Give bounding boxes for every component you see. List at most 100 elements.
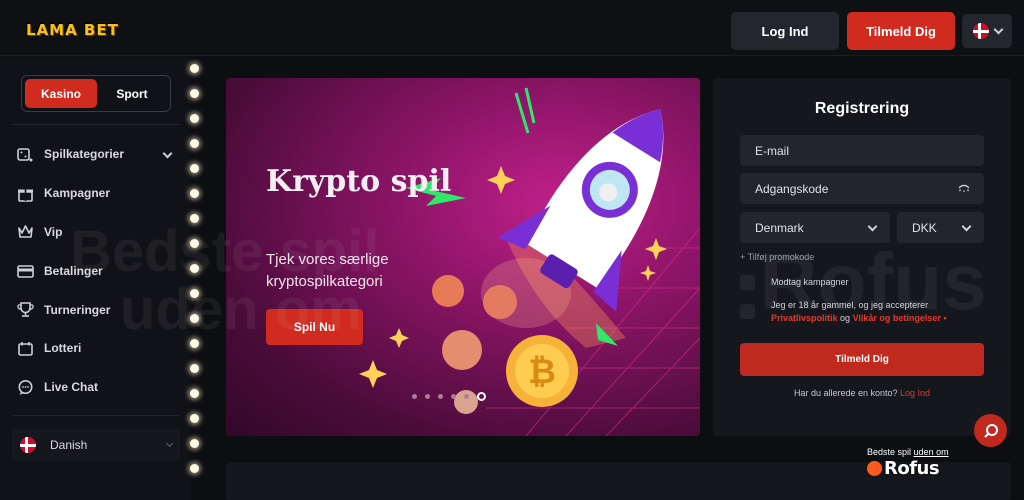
- chat-button[interactable]: [974, 414, 1007, 447]
- already-text: Har du allerede en konto?: [793, 388, 898, 398]
- sidebar-item-lotteri[interactable]: Lotteri: [17, 329, 177, 368]
- divider: [12, 415, 180, 416]
- rofus-logo-icon: [867, 461, 882, 476]
- tab-kasino[interactable]: Kasino: [25, 79, 97, 108]
- badge-brand: Rofus: [884, 458, 940, 479]
- currency-select[interactable]: DKK: [897, 212, 984, 243]
- signup-button[interactable]: Tilmeld Dig: [847, 12, 955, 50]
- light-bulb: [190, 289, 199, 298]
- sidebar-item-turneringer[interactable]: Turneringer: [17, 290, 177, 329]
- eye-icon[interactable]: [958, 183, 970, 193]
- light-bulb: [190, 389, 199, 398]
- svg-text:₿: ₿: [528, 353, 556, 391]
- login-button[interactable]: Log Ind: [731, 12, 839, 50]
- light-bulb: [190, 214, 199, 223]
- sidebar-item-label: Kampagner: [44, 186, 111, 201]
- sidebar-item-label: Vip: [44, 224, 63, 239]
- sidebar-item-label: Turneringer: [44, 302, 111, 317]
- carousel-dot[interactable]: [412, 394, 417, 399]
- dice-icon: [17, 146, 34, 163]
- register-submit-button[interactable]: Tilmeld Dig: [740, 343, 984, 376]
- light-bulb: [190, 89, 199, 98]
- light-bulb: [190, 64, 199, 73]
- sidebar: Kasino Sport Spilkategorier Kampagner Vi…: [0, 57, 190, 500]
- sidebar-item-live-chat[interactable]: Live Chat: [17, 368, 177, 407]
- light-bulb: [190, 164, 199, 173]
- chevron-down-icon: [162, 148, 173, 159]
- hero-title: Krypto spil: [266, 164, 452, 199]
- hero-banner[interactable]: ₿ Krypto spil Tjek vores særlige kryptos…: [226, 78, 700, 436]
- sidebar-item-spilkategorier[interactable]: Spilkategorier: [17, 135, 177, 174]
- sidebar-item-betalinger[interactable]: Betalinger: [17, 251, 177, 290]
- required-mark: •: [943, 313, 947, 323]
- danish-flag-icon: [20, 437, 36, 453]
- registration-title: Registrering: [814, 100, 910, 117]
- badge-brand-row: Rofus: [867, 458, 953, 479]
- play-now-button[interactable]: Spil Nu: [266, 309, 363, 345]
- email-placeholder: E-mail: [755, 143, 790, 158]
- password-field[interactable]: Adgangskode: [740, 173, 984, 204]
- logo[interactable]: LAMA BET: [22, 19, 123, 41]
- casino-sport-toggle[interactable]: Kasino Sport: [21, 75, 171, 112]
- terms-link[interactable]: Vilkår og betingelser: [853, 313, 941, 323]
- carousel-dot-active[interactable]: [477, 392, 486, 401]
- chevron-down-icon: [867, 221, 878, 232]
- hero-subtitle: Tjek vores særlige kryptospilkategori: [266, 251, 389, 290]
- light-bulb: [190, 339, 199, 348]
- sidebar-item-label: Spilkategorier: [44, 147, 125, 162]
- email-field[interactable]: E-mail: [740, 135, 984, 166]
- search-chat-icon: [983, 423, 998, 438]
- sidebar-item-label: Lotteri: [44, 341, 82, 356]
- carousel-dot[interactable]: [438, 394, 443, 399]
- campaigns-checkbox[interactable]: [740, 275, 755, 290]
- carousel-dot[interactable]: [464, 394, 469, 399]
- light-bulb: [190, 114, 199, 123]
- country-select[interactable]: Denmark: [740, 212, 890, 243]
- and-text: og: [840, 313, 851, 323]
- badge-tagline-b: uden om: [913, 447, 949, 457]
- ticket-icon: [17, 340, 34, 357]
- tab-sport[interactable]: Sport: [97, 87, 167, 101]
- sidebar-item-kampagner[interactable]: Kampagner: [17, 174, 177, 213]
- gift-icon: [17, 185, 34, 202]
- badge-tagline: Bedste spil uden om: [867, 447, 953, 457]
- sidebar-nav: Spilkategorier Kampagner Vip Betalinger: [17, 135, 177, 407]
- wallet-icon: [17, 262, 34, 279]
- age-consent-text: Jeg er 18 år gammel, og jeg accepterer: [771, 300, 929, 310]
- terms-label: Jeg er 18 år gammel, og jeg accepterer P…: [771, 299, 981, 325]
- light-bulb: [190, 314, 199, 323]
- chat-icon: [17, 379, 34, 396]
- password-placeholder: Adgangskode: [755, 181, 829, 196]
- light-bulb: [190, 239, 199, 248]
- light-bulb: [190, 439, 199, 448]
- danish-flag-icon: [972, 23, 989, 39]
- crown-icon: [17, 223, 34, 240]
- carousel-dot[interactable]: [425, 394, 430, 399]
- sidebar-item-label: Live Chat: [44, 380, 99, 395]
- already-account-text: Har du allerede en konto? Log Ind: [713, 388, 1011, 398]
- terms-checkbox[interactable]: [740, 304, 755, 319]
- light-bulb: [190, 464, 199, 473]
- light-bulb: [190, 139, 199, 148]
- sidebar-language-select[interactable]: Danish: [12, 429, 180, 461]
- sidebar-item-vip[interactable]: Vip: [17, 213, 177, 252]
- light-bulb: [190, 189, 199, 198]
- sidebar-item-label: Betalinger: [44, 263, 103, 278]
- language-label: Danish: [50, 438, 88, 452]
- registration-panel: Registrering E-mail Adgangskode Denmark …: [713, 78, 1011, 436]
- country-value: Denmark: [755, 220, 804, 235]
- language-dropdown[interactable]: [962, 14, 1012, 48]
- light-bulb: [190, 364, 199, 373]
- light-string-decoration: [188, 62, 202, 482]
- trophy-icon: [17, 301, 34, 318]
- badge-tagline-a: Bedste spil: [867, 447, 912, 457]
- add-promo-code-link[interactable]: + Tilføj promokode: [740, 252, 814, 262]
- light-bulb: [190, 414, 199, 423]
- carousel-dots: [412, 392, 486, 401]
- login-link[interactable]: Log Ind: [900, 388, 930, 398]
- top-bar: LAMA BET Log Ind Tilmeld Dig: [0, 0, 1024, 56]
- rofus-badge[interactable]: Bedste spil uden om Rofus: [867, 447, 953, 481]
- carousel-dot[interactable]: [451, 394, 456, 399]
- currency-value: DKK: [912, 220, 937, 235]
- privacy-policy-link[interactable]: Privatlivspolitik: [771, 313, 838, 323]
